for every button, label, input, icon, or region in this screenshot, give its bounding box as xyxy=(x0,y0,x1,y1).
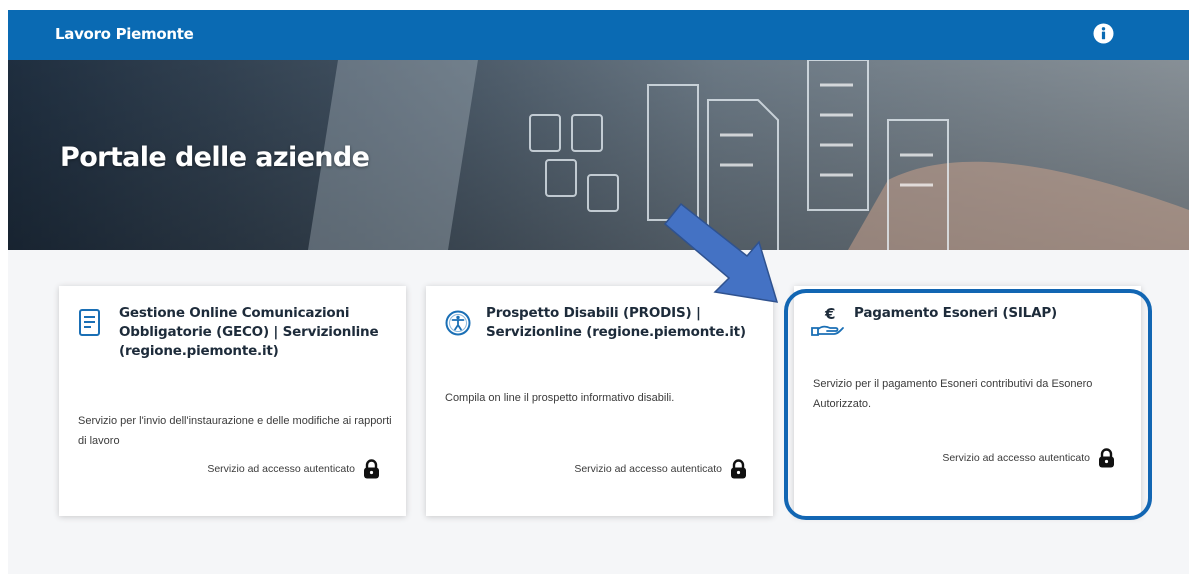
card-footer: Servizio ad accesso autenticato xyxy=(574,459,747,479)
access-label: Servizio ad accesso autenticato xyxy=(574,463,722,475)
lock-icon xyxy=(731,459,746,479)
lock-icon xyxy=(1099,448,1114,468)
card-title[interactable]: Gestione Online Comunicazioni Obbligator… xyxy=(119,304,389,361)
hero-banner: Portale delle aziende xyxy=(8,60,1189,250)
card-silap[interactable]: € Pagamento Esoneri (SILAP) Servizio per… xyxy=(794,286,1141,516)
card-description: Servizio per il pagamento Esoneri contri… xyxy=(813,378,1093,410)
card-prodis[interactable]: Prospetto Disabili (PRODIS) | Servizionl… xyxy=(426,286,773,516)
svg-text:€: € xyxy=(824,305,835,323)
lock-icon xyxy=(364,459,379,479)
euro-hand-icon: € xyxy=(811,305,844,336)
document-icon xyxy=(79,309,100,336)
access-label: Servizio ad accesso autenticato xyxy=(207,463,355,475)
card-footer: Servizio ad accesso autenticato xyxy=(207,459,380,479)
access-label: Servizio ad accesso autenticato xyxy=(942,452,1090,464)
card-footer: Servizio ad accesso autenticato xyxy=(942,448,1115,468)
hero-title: Portale delle aziende xyxy=(60,142,370,173)
info-icon[interactable] xyxy=(1093,23,1114,44)
accessibility-icon xyxy=(445,310,471,336)
page-frame: Lavoro Piemonte Portale delle aziende Ge… xyxy=(8,10,1189,574)
card-geco[interactable]: Gestione Online Comunicazioni Obbligator… xyxy=(59,286,406,516)
card-description: Servizio per l'invio dell'instaurazione … xyxy=(78,415,392,447)
card-description: Compila on line il prospetto informativo… xyxy=(445,392,675,404)
card-title[interactable]: Pagamento Esoneri (SILAP) xyxy=(854,304,1124,323)
brand-link[interactable]: Lavoro Piemonte xyxy=(55,25,194,43)
pointer-arrow-icon xyxy=(663,202,779,303)
top-header: Lavoro Piemonte xyxy=(8,10,1189,60)
